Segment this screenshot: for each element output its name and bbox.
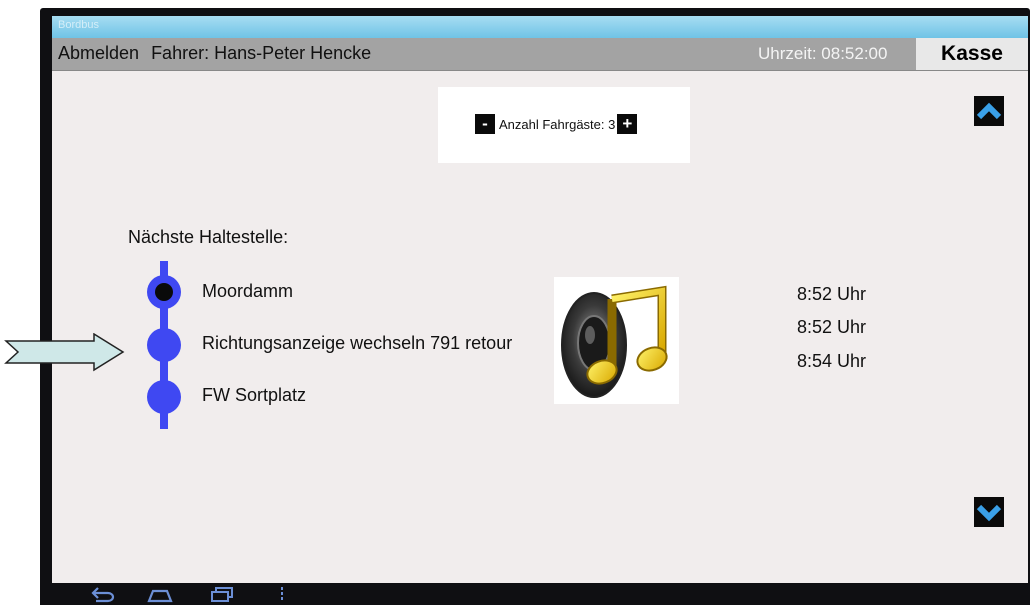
next-stop-heading: Nächste Haltestelle: bbox=[128, 227, 289, 247]
header-bar: Abmelden Fahrer: Hans-Peter Hencke Uhrzei… bbox=[52, 38, 1028, 71]
stop-time-moordamm: 8:52 Uhr bbox=[797, 284, 867, 304]
scroll-down-button[interactable] bbox=[974, 497, 1004, 527]
scroll-up-button[interactable] bbox=[974, 96, 1004, 126]
app-title-bar: Bordbus bbox=[52, 16, 1028, 38]
cash-register-button[interactable]: Kasse bbox=[916, 38, 1028, 70]
stop-name-moordamm[interactable]: Moordamm bbox=[202, 281, 293, 302]
app-title: Bordbus bbox=[58, 19, 99, 31]
stop-time-richtungsanzeige: 8:52 Uhr bbox=[797, 317, 867, 337]
passenger-counter-row: - Anzahl Fahrgäste: 3 + bbox=[475, 114, 638, 134]
menu-icon[interactable] bbox=[278, 585, 286, 603]
passenger-counter: - Anzahl Fahrgäste: 3 + bbox=[438, 87, 690, 163]
stop-marker-current bbox=[147, 275, 181, 309]
stop-time-fw-sortplatz: 8:54 Uhr bbox=[797, 351, 867, 371]
logout-button[interactable]: Abmelden bbox=[58, 43, 139, 63]
passenger-increase-button[interactable]: + bbox=[617, 114, 638, 134]
home-icon[interactable] bbox=[146, 585, 174, 603]
back-icon[interactable] bbox=[88, 585, 116, 603]
passenger-count-label: Anzahl Fahrgäste: 3 bbox=[499, 116, 616, 132]
passenger-decrease-button[interactable]: - bbox=[475, 114, 495, 134]
main-content: - Anzahl Fahrgäste: 3 + Nächste Halteste… bbox=[52, 71, 1028, 583]
driver-label: Fahrer: Hans-Peter Hencke bbox=[151, 43, 372, 63]
speaker-music-icon bbox=[561, 285, 668, 398]
stop-name-richtungsanzeige[interactable]: Richtungsanzeige wechseln 791 retour bbox=[202, 333, 512, 354]
stop-marker bbox=[147, 380, 181, 414]
stop-name-fw-sortplatz[interactable]: FW Sortplatz bbox=[202, 385, 306, 406]
system-navigation-bar bbox=[40, 583, 1030, 605]
header-left: Abmelden Fahrer: Hans-Peter Hencke bbox=[58, 43, 371, 64]
sound-announcement-button[interactable] bbox=[554, 277, 679, 404]
stop-marker bbox=[147, 328, 181, 362]
chevron-up-icon bbox=[976, 102, 1002, 120]
chevron-down-icon bbox=[976, 504, 1002, 522]
right-arrow-icon bbox=[4, 333, 125, 372]
clock-label: Uhrzeit: 08:52:00 bbox=[758, 44, 888, 63]
recent-apps-icon[interactable] bbox=[208, 585, 236, 603]
